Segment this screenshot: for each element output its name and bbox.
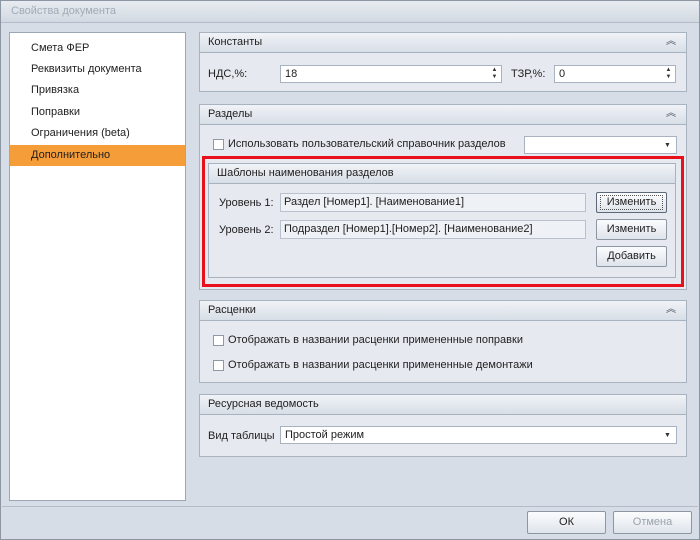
- nds-spinner[interactable]: 18 ▲ ▼: [280, 65, 502, 83]
- ok-button[interactable]: ОК: [527, 511, 606, 534]
- show-corrections-checkbox[interactable]: [213, 335, 224, 346]
- nds-value: 18: [285, 68, 298, 80]
- double-chevron-up-icon[interactable]: ︽: [664, 35, 678, 49]
- nav-item-corrections[interactable]: Поправки: [10, 102, 185, 123]
- title-bar: Свойства документа: [1, 1, 699, 23]
- nds-label: НДС,%:: [208, 68, 248, 80]
- settings-nav: Смета ФЕР Реквизиты документа Привязка П…: [9, 32, 186, 501]
- show-corrections-label: Отображать в названии расценки примененн…: [228, 334, 523, 346]
- nav-item-binding[interactable]: Привязка: [10, 80, 185, 101]
- custom-reference-checkbox[interactable]: [213, 139, 224, 150]
- table-view-select[interactable]: Простой режим ▼: [280, 426, 677, 444]
- show-dismantling-checkbox[interactable]: [213, 360, 224, 371]
- nav-item-smeta-fer[interactable]: Смета ФЕР: [10, 38, 185, 59]
- custom-reference-select[interactable]: ▼: [524, 136, 677, 154]
- custom-reference-label: Использовать пользовательский справочник…: [228, 138, 506, 150]
- table-view-label: Вид таблицы: [208, 430, 275, 442]
- show-dismantling-label: Отображать в названии расценки примененн…: [228, 359, 533, 371]
- constants-group: Константы ︽ НДС,%: 18 ▲ ▼ ТЗР,%: 0 ▲ ▼: [199, 32, 687, 92]
- double-chevron-up-icon[interactable]: ︽: [664, 303, 678, 317]
- sections-header: Разделы ︽: [200, 105, 686, 125]
- constants-header: Константы ︽: [200, 33, 686, 53]
- highlight-frame: [202, 156, 684, 287]
- sections-title: Разделы: [208, 108, 253, 120]
- constants-title: Константы: [208, 36, 263, 48]
- cancel-button[interactable]: Отмена: [613, 511, 692, 534]
- chevron-down-icon[interactable]: ▼: [663, 141, 672, 150]
- tzr-value: 0: [559, 68, 566, 80]
- footer-divider: [2, 506, 698, 507]
- nav-item-restrictions[interactable]: Ограничения (beta): [10, 123, 185, 144]
- resources-header: Ресурсная ведомость: [200, 395, 686, 415]
- spin-arrows-icon[interactable]: ▲ ▼: [489, 67, 500, 81]
- chevron-down-icon[interactable]: ▼: [663, 431, 672, 440]
- rates-title: Расценки: [208, 304, 256, 316]
- nav-item-document-details[interactable]: Реквизиты документа: [10, 59, 185, 80]
- tzr-spinner[interactable]: 0 ▲ ▼: [554, 65, 676, 83]
- double-chevron-up-icon[interactable]: ︽: [664, 107, 678, 121]
- window-title: Свойства документа: [11, 5, 116, 17]
- properties-dialog: Свойства документа Смета ФЕР Реквизиты д…: [0, 0, 700, 540]
- rates-group: Расценки ︽ Отображать в названии расценк…: [199, 300, 687, 383]
- resources-group: Ресурсная ведомость Вид таблицы Простой …: [199, 394, 687, 457]
- spin-arrows-icon[interactable]: ▲ ▼: [663, 67, 674, 81]
- table-view-value: Простой режим: [285, 429, 365, 441]
- tzr-label: ТЗР,%:: [511, 68, 546, 80]
- resources-title: Ресурсная ведомость: [208, 398, 319, 410]
- rates-header: Расценки ︽: [200, 301, 686, 321]
- nav-item-additional[interactable]: Дополнительно: [10, 145, 185, 166]
